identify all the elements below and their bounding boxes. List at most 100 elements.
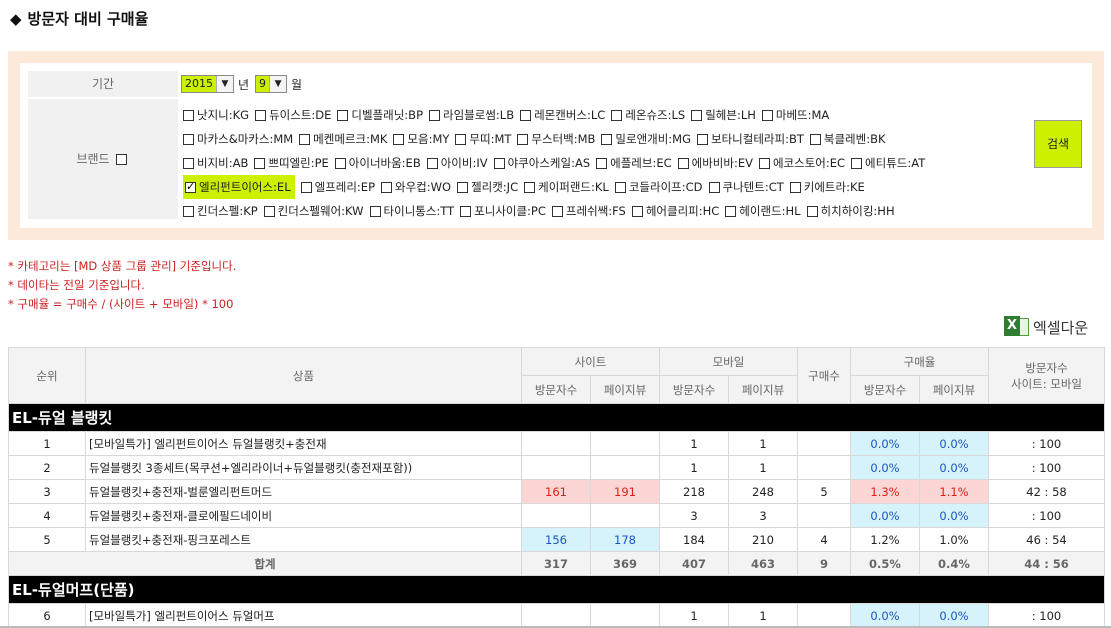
brand-option[interactable]: 비지비:AB (183, 151, 248, 175)
brand-option[interactable]: 헤이랜드:HL (725, 199, 801, 223)
brand-checkbox[interactable] (300, 182, 312, 193)
brand-option[interactable]: 마카스&마카스:MM (183, 127, 293, 151)
brand-checkbox[interactable] (381, 182, 393, 193)
brand-checkbox[interactable] (614, 182, 626, 193)
brand-checkbox[interactable] (393, 134, 405, 145)
brand-option[interactable]: 밀로앤개비:MG (601, 127, 691, 151)
brand-checkbox[interactable] (183, 158, 194, 169)
brand-option[interactable]: 메켄메르크:MK (299, 127, 387, 151)
brand-checkbox[interactable] (517, 134, 529, 145)
brand-checkbox[interactable] (789, 182, 801, 193)
brand-option[interactable]: 보타니컬테라피:BT (697, 127, 804, 151)
brand-option[interactable]: 아이너바움:EB (334, 151, 421, 175)
brand-checkbox[interactable] (185, 180, 196, 193)
brand-checkbox[interactable] (369, 206, 381, 217)
brand-checkbox[interactable] (455, 134, 467, 145)
brand-option[interactable]: 엘리펀트이어스:EL (183, 175, 295, 199)
month-unit: 월 (291, 77, 303, 92)
brand-checkbox[interactable] (691, 110, 703, 121)
brand-option[interactable]: 레몬캔버스:LC (520, 103, 605, 127)
brand-option[interactable]: 젤리캣:JC (457, 175, 518, 199)
brand-option[interactable]: 에티튜드:AT (851, 151, 925, 175)
brand-option[interactable]: 북클레벤:BK (809, 127, 886, 151)
brand-checkbox[interactable] (601, 134, 613, 145)
brand-option[interactable]: 킨더스펠:KP (183, 199, 258, 223)
brand-checkbox[interactable] (183, 206, 194, 217)
brand-checkbox[interactable] (758, 158, 770, 169)
excel-download-button[interactable]: X 엑셀다운 (1004, 316, 1088, 338)
brand-option[interactable]: 코들라이프:CD (614, 175, 703, 199)
brand-checkbox[interactable] (725, 206, 737, 217)
brand-checkbox[interactable] (761, 110, 773, 121)
brand-checkbox[interactable] (611, 110, 623, 121)
brand-checkbox[interactable] (493, 158, 505, 169)
brand-checkbox[interactable] (697, 134, 709, 145)
brand-option[interactable]: 히치하이킹:HH (806, 199, 895, 223)
brand-checkbox[interactable] (460, 206, 472, 217)
brand-checkbox[interactable] (183, 134, 194, 145)
brand-checkbox[interactable] (551, 206, 563, 217)
table-row[interactable]: 2 듀얼블랭킷 3종세트(목쿠션+엘리라이너+듀얼블랭킷(충전재포함)) 1 1 0.0… (8, 455, 1105, 480)
brand-option[interactable]: 헤어클리피:HC (631, 199, 719, 223)
table-row[interactable]: 6 [모바일특가] 엘리펀트이어스 듀얼머프 1 1 0.0% 0.0%: 100 (8, 603, 1105, 628)
brand-option[interactable]: 킨더스펠웨어:KW (263, 199, 364, 223)
brand-checkbox[interactable] (255, 110, 267, 121)
brand-option[interactable]: 키에트라:KE (789, 175, 865, 199)
brand-option[interactable]: 무스터백:MB (517, 127, 595, 151)
table-row[interactable]: 4 듀얼블랭킷+충전재-클로에필드네이비 3 3 0.0% 0.0%: 100 (8, 503, 1105, 528)
brand-checkbox[interactable] (677, 158, 689, 169)
brand-checkbox[interactable] (708, 182, 720, 193)
brand-checkbox[interactable] (183, 110, 194, 121)
group-name: EL-듀얼머프(단품) (8, 575, 1105, 604)
brand-option[interactable]: 케이퍼랜드:KL (524, 175, 609, 199)
brand-checkbox[interactable] (429, 110, 441, 121)
brand-checkbox[interactable] (596, 158, 608, 169)
brand-checkbox[interactable] (337, 110, 349, 121)
brand-checkbox[interactable] (334, 158, 346, 169)
brand-checkbox[interactable] (263, 206, 275, 217)
brand-option[interactable]: 야쿠아스케일:AS (493, 151, 590, 175)
brand-checkbox[interactable] (809, 134, 821, 145)
brand-option[interactable]: 프레쉬쌕:FS (551, 199, 626, 223)
brand-checkbox[interactable] (524, 182, 536, 193)
brand-option[interactable]: 쿠나텐트:CT (708, 175, 784, 199)
brand-option[interactable]: 마베뜨:MA (761, 103, 829, 127)
brand-option[interactable]: 타이니통스:TT (369, 199, 454, 223)
brand-checkbox[interactable] (631, 206, 643, 217)
brand-checkbox[interactable] (520, 110, 532, 121)
brand-option[interactable]: 에바비바:EV (677, 151, 753, 175)
brand-option[interactable]: 에코스토어:EC (758, 151, 845, 175)
brand-checkbox[interactable] (806, 206, 818, 217)
brand-option[interactable]: 아이비:IV (426, 151, 488, 175)
brand-checkbox[interactable] (299, 134, 311, 145)
brand-select-all-checkbox[interactable] (115, 154, 127, 165)
rank-cell: 5 (8, 527, 86, 552)
brand-checkbox[interactable] (457, 182, 469, 193)
brand-option[interactable]: 모음:MY (393, 127, 449, 151)
site-pageviews-cell: 178 (590, 527, 660, 552)
search-button[interactable]: 검색 (1034, 120, 1082, 168)
brand-option[interactable]: 릴헤븐:LH (691, 103, 756, 127)
brand-option[interactable]: 엘프레리:EP (300, 175, 375, 199)
table-row[interactable]: 3 듀얼블랭킷+충전재-벌룬엘리펀트머드 161 191 218 248 5 1.3% 1.1%… (8, 479, 1105, 504)
table-row[interactable]: 5 듀얼블랭킷+충전재-핑크포레스트 156 178 184 210 4 1.2% 1.0% 46… (8, 527, 1105, 552)
table-row[interactable]: 1 [모바일특가] 엘리펀트이어스 듀얼블랭킷+충전재 1 1 0.0% 0.0%: 10… (8, 431, 1105, 456)
brand-checkbox[interactable] (254, 158, 266, 169)
brand-option[interactable]: 디벨플래닛:BP (337, 103, 423, 127)
brand-option[interactable]: 쁘띠엘린:PE (254, 151, 329, 175)
brand-option[interactable]: 듀이스트:DE (255, 103, 331, 127)
brand-option-label: 보타니컬테라피:BT (711, 132, 804, 146)
brand-option[interactable]: 레온슈즈:LS (611, 103, 685, 127)
brand-option[interactable]: 와우컵:WO (381, 175, 451, 199)
brand-option[interactable]: 에플레브:EC (596, 151, 672, 175)
brand-option[interactable]: 라임블로썸:LB (429, 103, 514, 127)
brand-option[interactable]: 낫지니:KG (183, 103, 249, 127)
brand-option[interactable]: 무띠:MT (455, 127, 511, 151)
brand-checkbox[interactable] (851, 158, 863, 169)
page-title-text: 방문자 대비 구매율 (27, 10, 149, 28)
brand-option-label: 프레쉬쌕:FS (565, 204, 626, 218)
year-select[interactable]: 2015 ▼ (181, 75, 234, 93)
brand-option[interactable]: 포니사이클:PC (460, 199, 546, 223)
brand-checkbox[interactable] (426, 158, 438, 169)
month-select[interactable]: 9 ▼ (255, 75, 288, 93)
